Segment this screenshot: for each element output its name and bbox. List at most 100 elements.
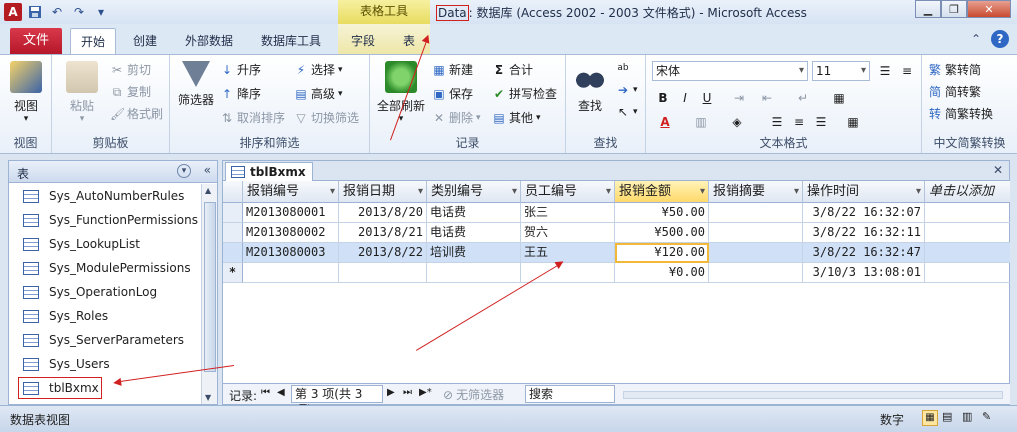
cell-click-to-add[interactable] (925, 243, 1010, 263)
new-record-row[interactable]: * ¥0.00 3/10/3 13:08:01 (223, 263, 1010, 283)
cell-yuangong-bianhao[interactable]: 贺六 (521, 223, 615, 243)
column-header-baoxiao-jine[interactable]: 报销金额 ▾ (615, 181, 709, 203)
cut-button[interactable]: ✂ 剪切 (110, 61, 151, 78)
help-icon[interactable]: ? (991, 30, 1009, 48)
document-tab-tblbxmx[interactable]: tblBxmx (225, 162, 313, 181)
cell-baoxiao-jine-focused[interactable]: ¥120.00 (615, 243, 709, 263)
record-position-input[interactable]: 第 3 项(共 3 项) (291, 385, 383, 417)
nav-item-sys-modulepermissions[interactable]: Sys_ModulePermissions (9, 256, 201, 280)
cell-baoxiao-riqi[interactable]: 2013/8/22 (339, 243, 427, 263)
gridlines-icon[interactable]: ▦ (830, 89, 848, 107)
tab-table[interactable]: 表 (392, 28, 426, 54)
traditional-to-simplified-button[interactable]: 繁繁转简 (928, 61, 981, 78)
cell-baoxiao-zhaiyao[interactable] (709, 203, 803, 223)
row-selector[interactable] (223, 243, 243, 263)
table-row[interactable]: M2013080002 2013/8/21 电话费 贺六 ¥500.00 3/8… (223, 223, 1010, 243)
font-color-icon[interactable]: A (656, 113, 674, 131)
cell-baoxiao-riqi[interactable]: 2013/8/20 (339, 203, 427, 223)
nav-scrollbar[interactable]: ▲ ▼ (201, 184, 217, 404)
close-button[interactable]: ✕ (967, 0, 1011, 18)
column-header-click-to-add[interactable]: 单击以添加 (925, 181, 1010, 203)
cell-yuangong-bianhao[interactable]: 张三 (521, 203, 615, 223)
cell-leibie-bianhao[interactable]: 培训费 (427, 243, 521, 263)
nav-collapse-icon[interactable]: « (204, 163, 211, 177)
numbered-list-icon[interactable]: ≡ (898, 62, 916, 80)
redo-icon[interactable]: ↷ (70, 3, 88, 21)
cell-baoxiao-zhaiyao[interactable] (709, 263, 803, 283)
column-dropdown-icon[interactable]: ▾ (794, 181, 799, 202)
column-header-yuangong-bianhao[interactable]: 员工编号 ▾ (521, 181, 615, 203)
select-all-cell[interactable] (223, 181, 243, 203)
column-dropdown-icon[interactable]: ▾ (700, 181, 705, 202)
save-record-button[interactable]: ▣ 保存 (432, 85, 473, 102)
save-icon[interactable] (26, 3, 44, 21)
scroll-up-icon[interactable]: ▲ (205, 186, 211, 195)
column-dropdown-icon[interactable]: ▾ (330, 181, 335, 202)
nav-item-sys-autonumberrules[interactable]: Sys_AutoNumberRules (9, 184, 201, 208)
simplified-to-traditional-button[interactable]: 简简转繁 (928, 83, 981, 100)
align-left-icon[interactable]: ☰ (768, 113, 786, 131)
cell-leibie-bianhao[interactable]: 电话费 (427, 203, 521, 223)
sort-ascending-button[interactable]: ↓ 升序 (220, 61, 261, 78)
indent-icon[interactable]: ⇥ (730, 89, 748, 107)
cell-leibie-bianhao[interactable]: 电话费 (427, 223, 521, 243)
pivot-chart-view-icon[interactable]: ▥ (962, 410, 972, 423)
access-app-icon[interactable]: A (4, 3, 22, 21)
cell-click-to-add[interactable] (925, 223, 1010, 243)
toggle-filter-button[interactable]: ▽ 切换筛选 (294, 109, 359, 126)
format-painter-button[interactable]: 🖌 格式刷 (110, 105, 163, 122)
close-document-icon[interactable]: ✕ (993, 163, 1003, 177)
nav-item-sys-roles[interactable]: Sys_Roles (9, 304, 201, 328)
selection-filter-button[interactable]: ⚡ 选择 ▾ (294, 61, 343, 78)
no-filter-indicator[interactable]: ⊘ 无筛选器 (443, 386, 504, 403)
goto-button[interactable]: ➔ ▾ (616, 83, 638, 97)
column-dropdown-icon[interactable]: ▾ (512, 181, 517, 202)
more-button[interactable]: ▤ 其他 ▾ (492, 109, 540, 126)
tab-create[interactable]: 创建 (124, 28, 166, 54)
alt-row-color-icon[interactable]: ▦ (844, 113, 862, 131)
cell-caozuo-shijian[interactable]: 3/10/3 13:08:01 (803, 263, 925, 283)
underline-button[interactable]: U (698, 89, 716, 107)
nav-scroll-thumb[interactable] (204, 202, 216, 372)
cell-click-to-add[interactable] (925, 203, 1010, 223)
column-dropdown-icon[interactable]: ▾ (418, 181, 423, 202)
restore-button[interactable]: ❐ (941, 0, 967, 18)
row-selector[interactable] (223, 223, 243, 243)
cell-baoxiao-riqi[interactable] (339, 263, 427, 283)
new-record-nav-icon[interactable]: ▶* (419, 387, 432, 398)
bold-button[interactable]: B (654, 89, 672, 107)
pivot-table-view-icon[interactable]: ▤ (942, 410, 952, 423)
view-button[interactable]: 视图 ▾ (8, 61, 44, 124)
nav-item-sys-functionpermissions[interactable]: Sys_FunctionPermissions (9, 208, 201, 232)
table-row-current[interactable]: M2013080003 2013/8/22 培训费 王五 ¥120.00 3/8… (223, 243, 1010, 263)
column-dropdown-icon[interactable]: ▾ (606, 181, 611, 202)
cell-baoxiao-bianhao[interactable] (243, 263, 339, 283)
nav-item-tblbxmx[interactable]: tblBxmx (17, 376, 103, 400)
column-header-baoxiao-bianhao[interactable]: 报销编号 ▾ (243, 181, 339, 203)
nav-item-sys-lookuplist[interactable]: Sys_LookupList (9, 232, 201, 256)
replace-button[interactable]: ab (616, 61, 630, 75)
nav-item-sys-serverparameters[interactable]: Sys_ServerParameters (9, 328, 201, 352)
first-record-icon[interactable]: ⏮ (261, 387, 270, 398)
cell-yuangong-bianhao[interactable]: 王五 (521, 243, 615, 263)
cell-caozuo-shijian[interactable]: 3/8/22 16:32:07 (803, 203, 925, 223)
tab-fields[interactable]: 字段 (342, 28, 384, 54)
cell-baoxiao-riqi[interactable]: 2013/8/21 (339, 223, 427, 243)
cell-baoxiao-jine[interactable]: ¥50.00 (615, 203, 709, 223)
nav-item-sys-users[interactable]: Sys_Users (9, 352, 201, 376)
tab-external-data[interactable]: 外部数据 (176, 28, 242, 54)
prev-record-icon[interactable]: ◀ (277, 387, 285, 398)
undo-icon[interactable]: ↶ (48, 3, 66, 21)
bullet-list-icon[interactable]: ☰ (876, 62, 894, 80)
column-dropdown-icon[interactable]: ▾ (916, 181, 921, 202)
select-button[interactable]: ↖ ▾ (616, 105, 638, 119)
clear-sort-button[interactable]: ⇅ 取消排序 (220, 109, 285, 126)
paragraph-icon[interactable]: ↵ (794, 89, 812, 107)
nav-item-sys-operationlog[interactable]: Sys_OperationLog (9, 280, 201, 304)
align-center-icon[interactable]: ≡ (790, 113, 808, 131)
column-header-leibie-bianhao[interactable]: 类别编号 ▾ (427, 181, 521, 203)
column-header-caozuo-shijian[interactable]: 操作时间 ▾ (803, 181, 925, 203)
column-header-baoxiao-zhaiyao[interactable]: 报销摘要 ▾ (709, 181, 803, 203)
table-row[interactable]: M2013080001 2013/8/20 电话费 张三 ¥50.00 3/8/… (223, 203, 1010, 223)
refresh-all-button[interactable]: 全部刷新 ▾ (374, 61, 428, 124)
